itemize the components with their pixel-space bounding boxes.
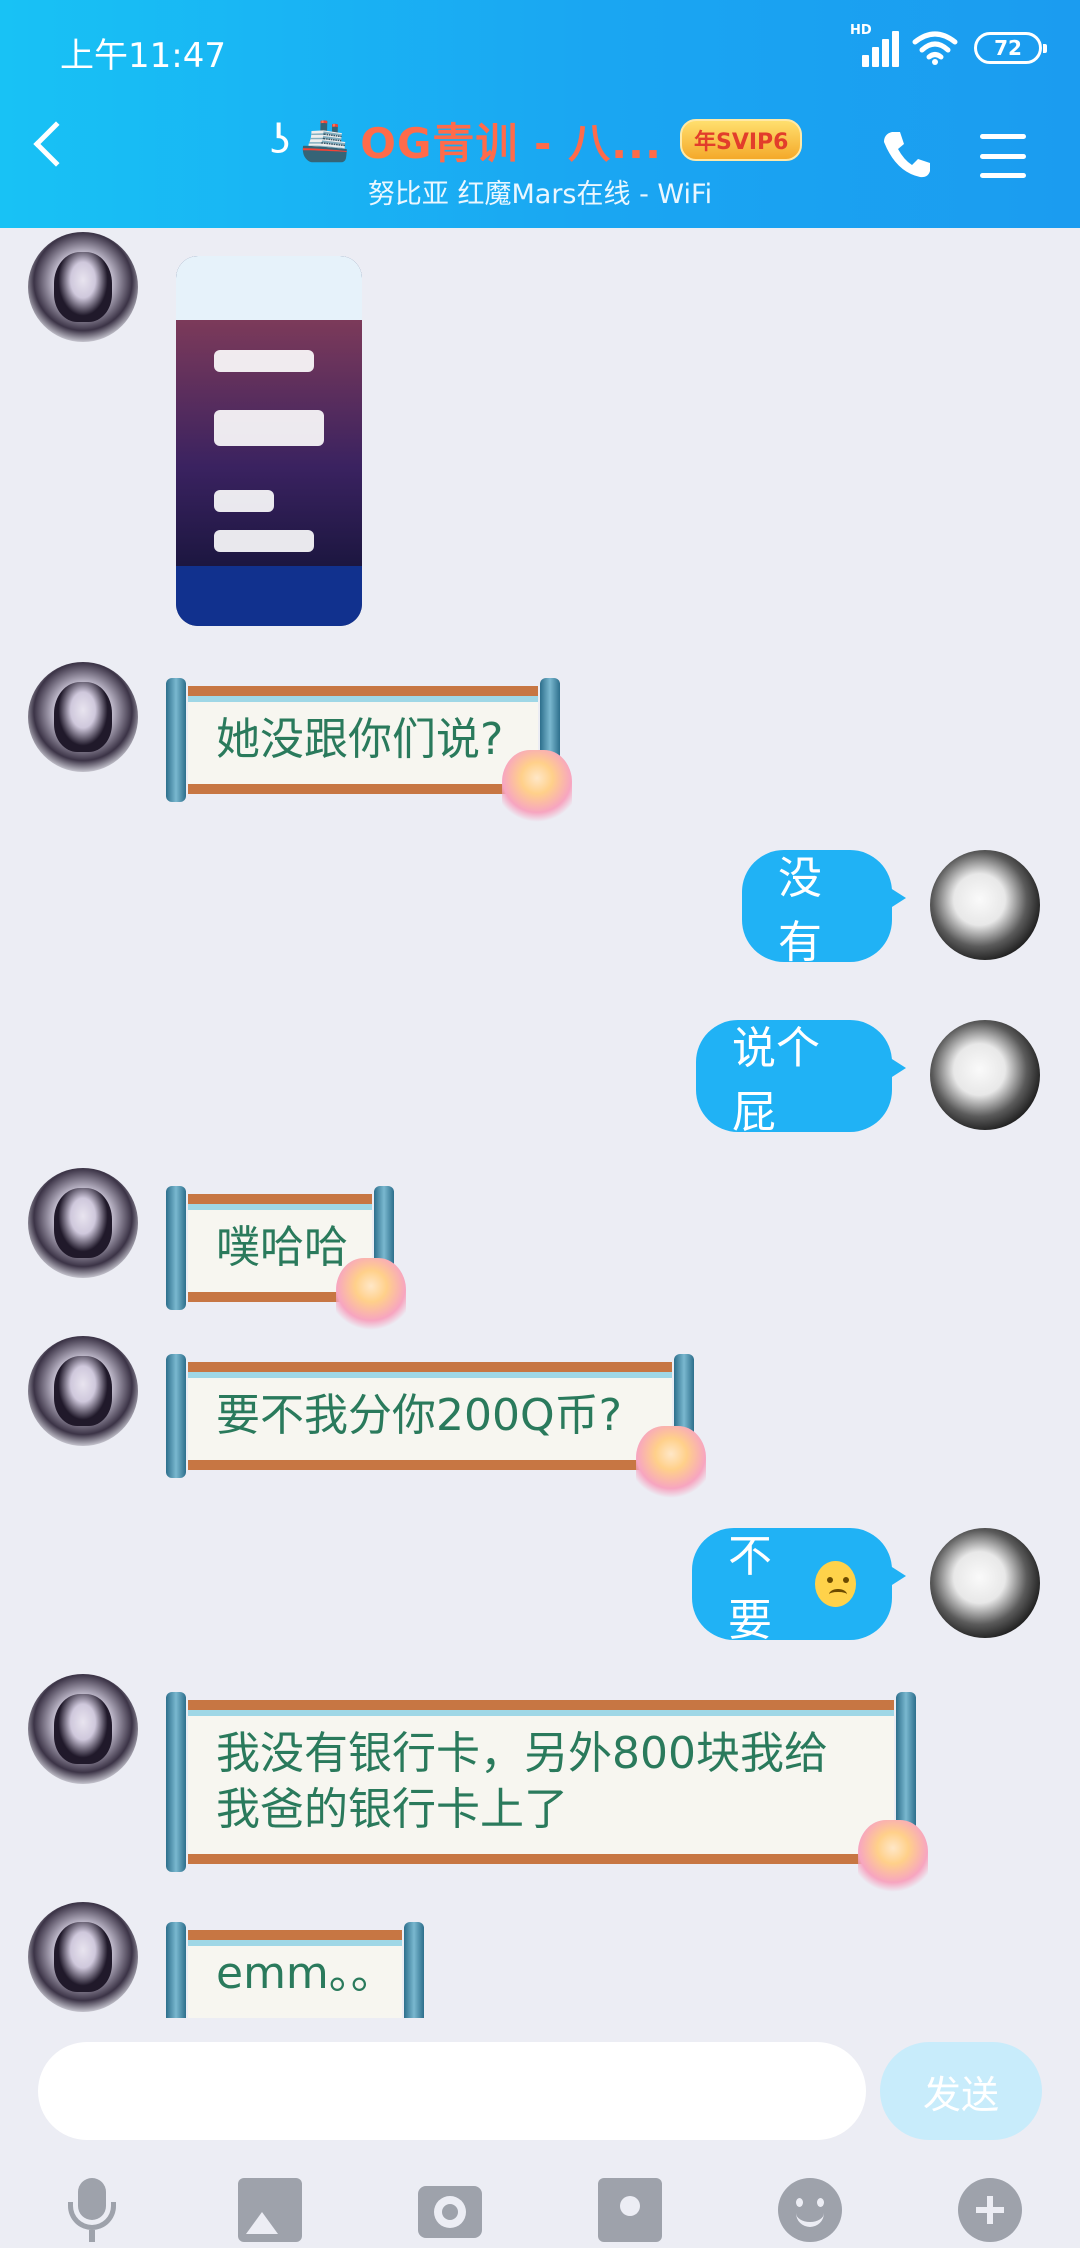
message-text: 说个屁 — [732, 1023, 820, 1138]
contact-avatar[interactable] — [28, 1902, 138, 2012]
camera-icon[interactable] — [418, 2186, 482, 2238]
chat-header: 上午11:47 HD 72 ʖ 🚢 OG青训 - 八... 年SVIP6 努比亚… — [0, 0, 1080, 228]
chat-title: OG青训 - 八... — [360, 118, 662, 168]
signal-icon: HD — [850, 23, 899, 67]
contact-avatar[interactable] — [28, 1168, 138, 1278]
contact-avatar[interactable] — [28, 232, 138, 342]
status-time: 上午11:47 — [60, 36, 226, 76]
message-text: 她没跟你们说? — [216, 714, 504, 765]
red-packet-icon[interactable] — [598, 2178, 662, 2242]
bubble-sprite-icon — [636, 1426, 706, 1506]
message-text: 没有 — [778, 853, 822, 968]
worried-emoji-icon — [814, 1561, 856, 1607]
battery-icon: 72 — [974, 32, 1047, 64]
message-text: 我爸的银行卡上了 — [216, 1784, 568, 1835]
message-bubble-self[interactable]: 没有 — [742, 850, 906, 968]
self-avatar[interactable] — [930, 1528, 1040, 1638]
message-text: emm。。 — [216, 1948, 395, 1999]
message-bubble[interactable]: 要不我分你200Q币? — [166, 1354, 706, 1506]
title-row[interactable]: ʖ 🚢 OG青训 - 八... 年SVIP6 — [270, 110, 803, 170]
contact-avatar[interactable] — [28, 1674, 138, 1784]
plus-icon[interactable] — [958, 2178, 1022, 2242]
bubble-sprite-icon — [502, 750, 572, 830]
svip-badge: 年SVIP6 — [679, 119, 803, 161]
phone-call-button[interactable] — [878, 126, 934, 182]
ship-icon: 🚢 — [300, 117, 351, 164]
message-bubble[interactable]: 她没跟你们说? — [166, 678, 572, 830]
message-text: 我没有银行卡，另外800块我给 — [216, 1728, 828, 1779]
contact-avatar[interactable] — [28, 662, 138, 772]
status-icons: HD 72 — [850, 23, 1047, 70]
ear-icon: ʖ — [270, 117, 291, 163]
self-avatar[interactable] — [930, 850, 1040, 960]
send-button[interactable]: 发送 — [880, 2042, 1042, 2140]
emoji-icon[interactable] — [778, 2178, 842, 2242]
message-bubble[interactable]: emm。。 — [166, 1922, 424, 2046]
composer-toolbar — [0, 2164, 1080, 2244]
hd-label: HD — [850, 23, 872, 38]
self-avatar[interactable] — [930, 1020, 1040, 1130]
message-bubble-self[interactable]: 说个屁 — [696, 1020, 906, 1138]
message-text: 不要 — [728, 1531, 772, 1646]
wifi-icon — [912, 31, 958, 65]
message-bubble[interactable]: 我没有银行卡，另外800块我给 我爸的银行卡上了 — [166, 1692, 928, 1900]
message-text: 要不我分你200Q币? — [216, 1390, 622, 1441]
bubble-sprite-icon — [858, 1820, 928, 1900]
microphone-icon[interactable] — [60, 2178, 124, 2242]
back-button[interactable] — [33, 121, 79, 167]
bubble-sprite-icon — [336, 1258, 406, 1338]
menu-button[interactable] — [980, 134, 1026, 178]
contact-avatar[interactable] — [28, 1336, 138, 1446]
image-icon[interactable] — [238, 2178, 302, 2242]
message-bubble[interactable]: 噗哈哈 — [166, 1186, 406, 1338]
message-bubble-self[interactable]: 不要 — [692, 1528, 906, 1646]
image-message[interactable] — [176, 256, 362, 626]
message-input[interactable] — [38, 2042, 866, 2140]
composer: 发送 — [0, 2018, 1080, 2248]
